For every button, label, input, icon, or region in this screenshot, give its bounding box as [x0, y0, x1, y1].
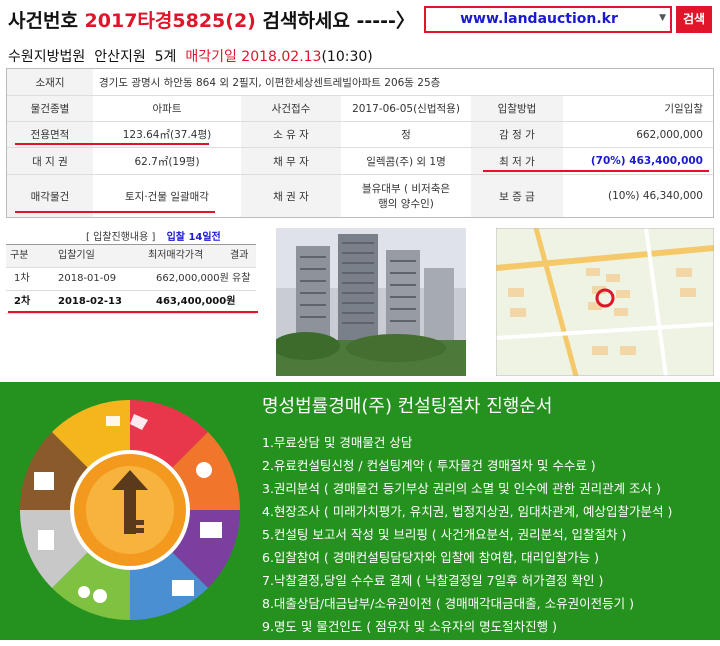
info-row-address: 소재지 경기도 광명시 하안동 864 외 2필지, 이편한세상센트레빌아파트 …	[7, 69, 713, 96]
creditor-label: 채 권 자	[241, 175, 341, 217]
address-value: 경기도 광명시 하안동 864 외 2필지, 이편한세상센트레빌아파트 206동…	[99, 76, 441, 89]
search-button[interactable]: 검색	[676, 6, 712, 33]
type-label: 물건종별	[7, 96, 93, 121]
bid-date: 2018-01-09	[58, 273, 117, 284]
search-prompt-text: 검색하세요 -----〉	[262, 10, 415, 32]
consult-step: 5.컨설팅 보고서 작성 및 브리핑 ( 사건개요분석, 권리분석, 입찰절차 …	[262, 527, 627, 542]
consult-step: 3.권리분석 ( 경매물건 등기부상 권리의 소멸 및 인수에 관한 권리관계 …	[262, 481, 661, 496]
deposit-value: (10%) 46,340,000	[608, 190, 703, 202]
court-branch: 안산지원	[94, 49, 146, 65]
property-photo[interactable]	[276, 228, 466, 376]
consult-title: 명성법률경매(주) 컨설팅절차 진행순서	[262, 396, 553, 417]
bid-header-row: 구분 입찰기일 최저매각가격 결과	[6, 245, 256, 268]
case-number-label: 사건번호	[8, 10, 78, 32]
debtor-label: 채 무 자	[241, 148, 341, 174]
minprice-underline	[483, 170, 709, 172]
bid-price: 463,400,000원	[156, 296, 236, 307]
accept-label: 사건접수	[241, 96, 341, 121]
land-value: 62.7㎡(19평)	[134, 155, 200, 168]
land-label: 대 지 권	[7, 148, 93, 174]
case-number: 2017타경5825(2)	[84, 10, 256, 32]
bid-col-date: 입찰기일	[58, 250, 95, 261]
owner-label: 소 유 자	[241, 122, 341, 147]
bid-col-result: 결과	[230, 250, 249, 261]
case-search-prompt: 사건번호 2017타경5825(2) 검색하세요 -----〉	[8, 6, 415, 33]
creditor-value-line1: 블유대부 ( 비저축은	[361, 183, 451, 195]
consulting-wheel-graphic	[0, 392, 260, 642]
court-info: 수원지방법원 안산지원 5계 매각기일 2018.02.13(10:30)	[8, 46, 373, 66]
search-select-value: www.landauction.kr	[460, 11, 618, 27]
bidmethod-value: 기일입찰	[664, 103, 703, 115]
sale-time: (10:30)	[321, 49, 373, 65]
consult-step: 9.명도 및 물건인도 ( 점유자 및 소유자의 명도절차진행 )	[262, 619, 557, 634]
creditor-value-line2: 행의 양수인)	[378, 198, 434, 210]
deposit-label: 보 증 금	[471, 175, 563, 217]
area-underline	[15, 143, 209, 145]
case-info-table: 소재지 경기도 광명시 하안동 864 외 2필지, 이편한세상센트레빌아파트 …	[6, 68, 714, 218]
consult-step: 7.낙찰결정,당일 수수료 결제 ( 낙찰결정일 7일후 허가결정 확인 )	[262, 573, 604, 588]
debtor-value: 일렉콤(주) 외 1명	[366, 155, 446, 168]
bid-round: 2차	[14, 296, 31, 307]
appraisal-label: 감 정 가	[471, 122, 563, 147]
chevron-down-icon[interactable]: ▼	[659, 13, 666, 23]
search-select[interactable]: www.landauction.kr ▼	[424, 6, 672, 33]
saleitem-underline	[15, 211, 215, 213]
bidmethod-label: 입찰방법	[471, 96, 563, 121]
bid-days-left: 입찰 14일전	[166, 232, 221, 243]
type-value: 아파트	[152, 103, 182, 115]
bid-history-title: [ 입찰진행내용 ]	[86, 232, 156, 243]
table-row: 1차 2018-01-09 662,000,000원 유찰	[6, 268, 256, 291]
court-dept: 5계	[154, 49, 177, 65]
appraisal-value: 662,000,000	[636, 128, 703, 141]
consult-step: 4.현장조사 ( 미래가치평가, 유치권, 법정지상권, 임대차관계, 예상입찰…	[262, 504, 673, 519]
consult-step: 1.무료상담 및 경매물건 상담	[262, 435, 413, 450]
bid-col-round: 구분	[10, 250, 29, 261]
owner-value: 정	[401, 129, 411, 141]
consult-step: 8.대출상담/대금납부/소유권이전 ( 경매매각대금대출, 소유권이전등기 )	[262, 596, 634, 611]
bid-date: 2018-02-13	[58, 296, 122, 307]
bid-history-header: [ 입찰진행내용 ] 입찰 14일전	[6, 228, 256, 243]
property-map[interactable]	[496, 228, 714, 376]
consult-step: 6.입찰참여 ( 경매컨설팅담당자와 입찰에 참여함, 대리입찰가능 )	[262, 550, 599, 565]
address-label: 소재지	[7, 69, 93, 95]
bid-result: 유찰	[232, 273, 251, 284]
creditor-value: 블유대부 ( 비저축은 행의 양수인)	[341, 175, 471, 217]
bid-history-table: 구분 입찰기일 최저매각가격 결과 1차 2018-01-09 662,000,…	[6, 244, 258, 314]
accept-value: 2017-06-05(신법적용)	[352, 103, 460, 115]
bid-round: 1차	[14, 273, 30, 284]
court-name: 수원지방법원	[8, 49, 86, 65]
consult-step: 2.유료컨설팅신청 / 컨설팅계약 ( 투자물건 경매절차 및 수수료 )	[262, 458, 596, 473]
bid-col-price: 최저매각가격	[148, 250, 204, 261]
sale-date: 매각기일 2018.02.13	[185, 49, 322, 65]
info-row-type: 물건종별 아파트 사건접수 2017-06-05(신법적용) 입찰방법 기일입찰	[7, 96, 713, 122]
bid-current-underline	[8, 311, 258, 313]
bid-price: 662,000,000원	[156, 273, 229, 284]
